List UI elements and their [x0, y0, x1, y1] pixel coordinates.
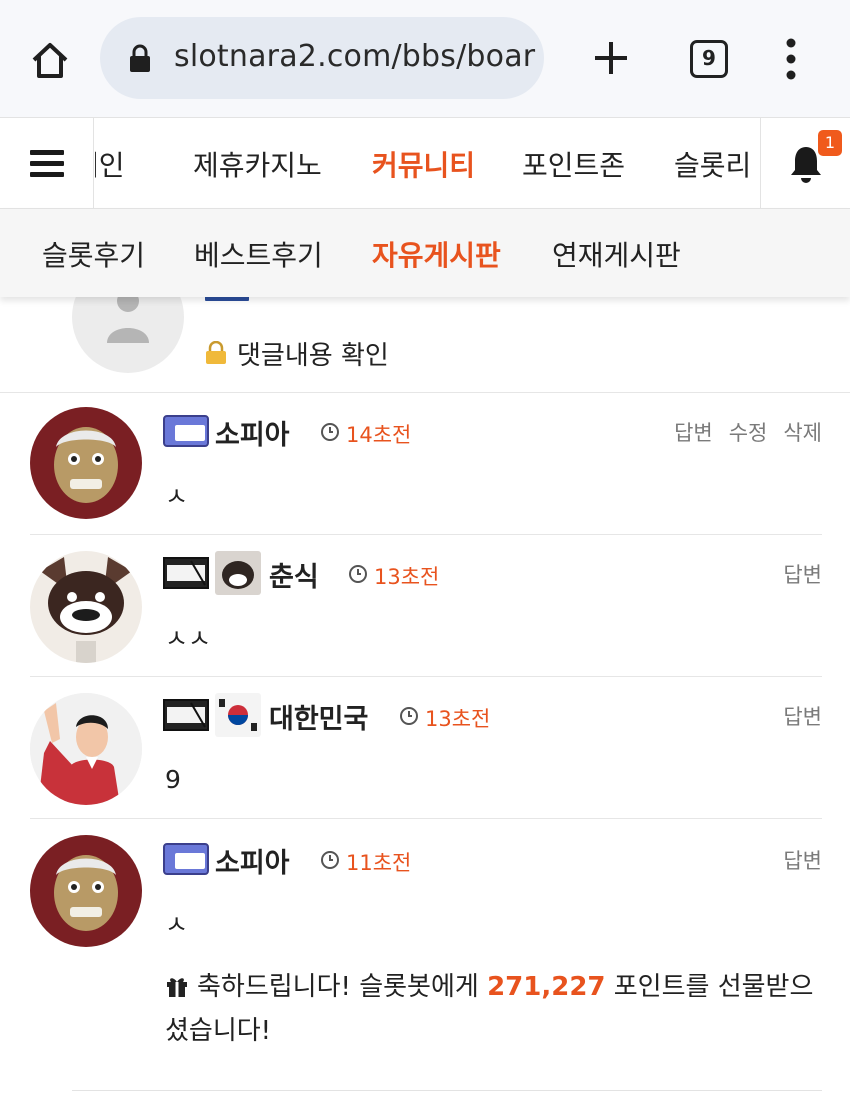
divider: [72, 1090, 822, 1091]
comment-time: 13초전: [425, 707, 491, 731]
nav-scroll[interactable]: 메인 제휴카지노 커뮤니티 포인트존 슬롯리: [95, 118, 759, 208]
gift-icon: [167, 978, 187, 997]
tabs-button[interactable]: 9: [690, 40, 728, 78]
notification-button[interactable]: 1: [760, 118, 850, 208]
comment-actions: 답변 수정 삭제: [658, 417, 822, 447]
lock-icon: [206, 341, 226, 364]
clock-icon: [400, 707, 418, 725]
url-text: slotnara2.com/bbs/boar: [174, 39, 536, 74]
secret-comment-link[interactable]: 댓글내용 확인: [237, 335, 389, 372]
avatar: [30, 693, 142, 805]
comment-time: 14초전: [346, 423, 412, 447]
gift-message: 축하드립니다! 슬롯봇에게 271,227 포인트를 선물받으셨습니다!: [165, 965, 825, 1053]
nav-item-point-zone[interactable]: 포인트존: [522, 144, 625, 184]
comment-actions: 답변: [767, 845, 822, 875]
nav-item-main[interactable]: 메인: [95, 144, 125, 184]
gift-points: 271,227: [487, 972, 606, 1002]
comment-item: 춘식 13초전 답변 ㅅㅅ: [30, 535, 822, 677]
avatar: [30, 835, 142, 947]
subnav-slot-review[interactable]: 슬롯후기: [42, 234, 145, 274]
comment-time: 11초전: [346, 851, 412, 875]
comment-author[interactable]: 대한민국: [269, 697, 368, 736]
level-badge: [163, 699, 209, 731]
comment-text: ㅅ: [165, 910, 189, 939]
reply-button[interactable]: 답변: [783, 705, 822, 729]
comment-secret: 댓글내용 확인: [0, 261, 850, 393]
gift-prefix: 축하드립니다! 슬롯봇에게: [197, 972, 488, 1002]
clock-icon: [321, 851, 339, 869]
site-nav: 메인 제휴카지노 커뮤니티 포인트존 슬롯리 1: [0, 117, 850, 209]
address-bar[interactable]: slotnara2.com/bbs/boar: [100, 17, 544, 99]
comment-time: 13초전: [374, 565, 440, 589]
browser-toolbar: slotnara2.com/bbs/boar 9: [0, 0, 850, 117]
level-badge: [163, 415, 209, 447]
mini-avatar: [215, 693, 261, 737]
comment-item: 대한민국 13초전 답변 9: [30, 677, 822, 819]
hamburger-menu-icon[interactable]: [0, 118, 94, 208]
comment-author[interactable]: 소피아: [215, 413, 290, 452]
subnav-free-board[interactable]: 자유게시판: [372, 234, 501, 274]
level-badge: [163, 843, 209, 875]
tab-count: 9: [702, 46, 716, 70]
comment-author[interactable]: 소피아: [215, 841, 290, 880]
comment-actions: 답변: [767, 559, 822, 589]
notification-badge: 1: [818, 130, 842, 156]
mini-avatar: [215, 551, 261, 595]
plus-icon[interactable]: [591, 38, 631, 78]
comment-text: ㅅㅅ: [165, 624, 212, 653]
nav-item-slot[interactable]: 슬롯리: [674, 144, 751, 184]
board-subnav: 슬롯후기 베스트후기 자유게시판 연재게시판: [0, 209, 850, 297]
nav-item-community[interactable]: 커뮤니티: [372, 144, 475, 184]
more-vert-icon[interactable]: [780, 38, 802, 80]
comment-item: 소피아 11초전 답변 ㅅ 축하드립니다! 슬롯봇에게 271,227 포인트를…: [30, 819, 822, 1090]
delete-button[interactable]: 삭제: [783, 421, 822, 445]
avatar: [30, 407, 142, 519]
comment-author[interactable]: 춘식: [269, 555, 319, 594]
comment-text: ㅅ: [165, 482, 189, 511]
reply-button[interactable]: 답변: [783, 849, 822, 873]
avatar: [30, 551, 142, 663]
home-icon[interactable]: [28, 38, 72, 82]
nav-item-partner-casino[interactable]: 제휴카지노: [193, 144, 322, 184]
reply-button[interactable]: 답변: [783, 563, 822, 587]
comment-item: 소피아 14초전 답변 수정 삭제 ㅅ: [30, 393, 822, 535]
level-badge: [163, 557, 209, 589]
reply-button[interactable]: 답변: [674, 421, 713, 445]
comment-actions: 답변: [767, 701, 822, 731]
clock-icon: [349, 565, 367, 583]
subnav-best-review[interactable]: 베스트후기: [194, 234, 323, 274]
clock-icon: [321, 423, 339, 441]
comment-text: 9: [165, 765, 181, 794]
edit-button[interactable]: 수정: [729, 421, 768, 445]
lock-icon: [130, 44, 150, 72]
subnav-serial-board[interactable]: 연재게시판: [552, 234, 681, 274]
